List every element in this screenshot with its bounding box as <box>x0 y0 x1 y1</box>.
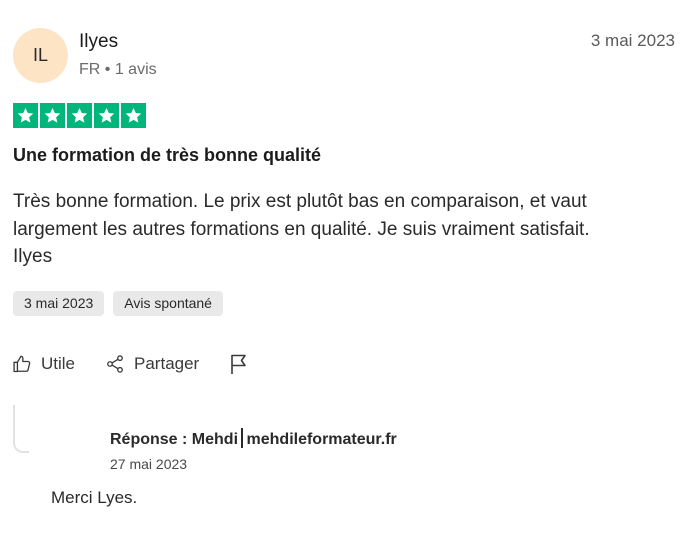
review-actions: Utile Partager <box>12 353 249 375</box>
review-body-line: Très bonne formation. Le prix est plutôt… <box>13 191 587 212</box>
useful-button[interactable]: Utile <box>12 354 75 374</box>
share-label: Partager <box>134 354 200 373</box>
reviewer-name[interactable]: Ilyes <box>79 31 118 53</box>
reply-separator <box>241 428 243 448</box>
share-icon <box>105 354 134 374</box>
review-body-line: largement les autres formations en quali… <box>13 218 590 240</box>
review-badges: 3 mai 2023 Avis spontané <box>13 291 223 316</box>
star-icon <box>40 103 65 128</box>
star-icon <box>121 103 146 128</box>
star-rating <box>13 103 146 128</box>
review-title: Une formation de très bonne qualité <box>13 145 322 165</box>
star-icon <box>94 103 119 128</box>
useful-label: Utile <box>41 354 76 373</box>
reply-connector-line <box>13 405 29 453</box>
experience-date-badge: 3 mai 2023 <box>13 291 105 316</box>
reply-company[interactable]: mehdileformateur.fr <box>247 431 397 448</box>
flag-icon <box>229 353 249 375</box>
review-body-line: Ilyes <box>13 246 53 267</box>
reply-header: Réponse : Mehdi mehdileformateur.fr <box>110 428 397 449</box>
review-body: Très bonne formation. Le prix est plutôt… <box>13 188 673 271</box>
avatar: IL <box>13 28 68 83</box>
spontaneous-review-badge[interactable]: Avis spontané <box>113 291 223 316</box>
star-icon <box>13 103 38 128</box>
reviewer-meta: FR • 1 avis <box>79 61 157 78</box>
reply-text: Merci Lyes. <box>51 488 138 507</box>
thumbs-up-icon <box>12 354 41 374</box>
review-date: 3 mai 2023 <box>590 31 675 50</box>
reply-label: Réponse : Mehdi <box>110 431 239 448</box>
share-button[interactable]: Partager <box>105 354 199 374</box>
avatar-initials: IL <box>32 45 48 65</box>
report-button[interactable] <box>229 353 249 375</box>
reply-date: 27 mai 2023 <box>110 456 188 472</box>
star-icon <box>67 103 92 128</box>
